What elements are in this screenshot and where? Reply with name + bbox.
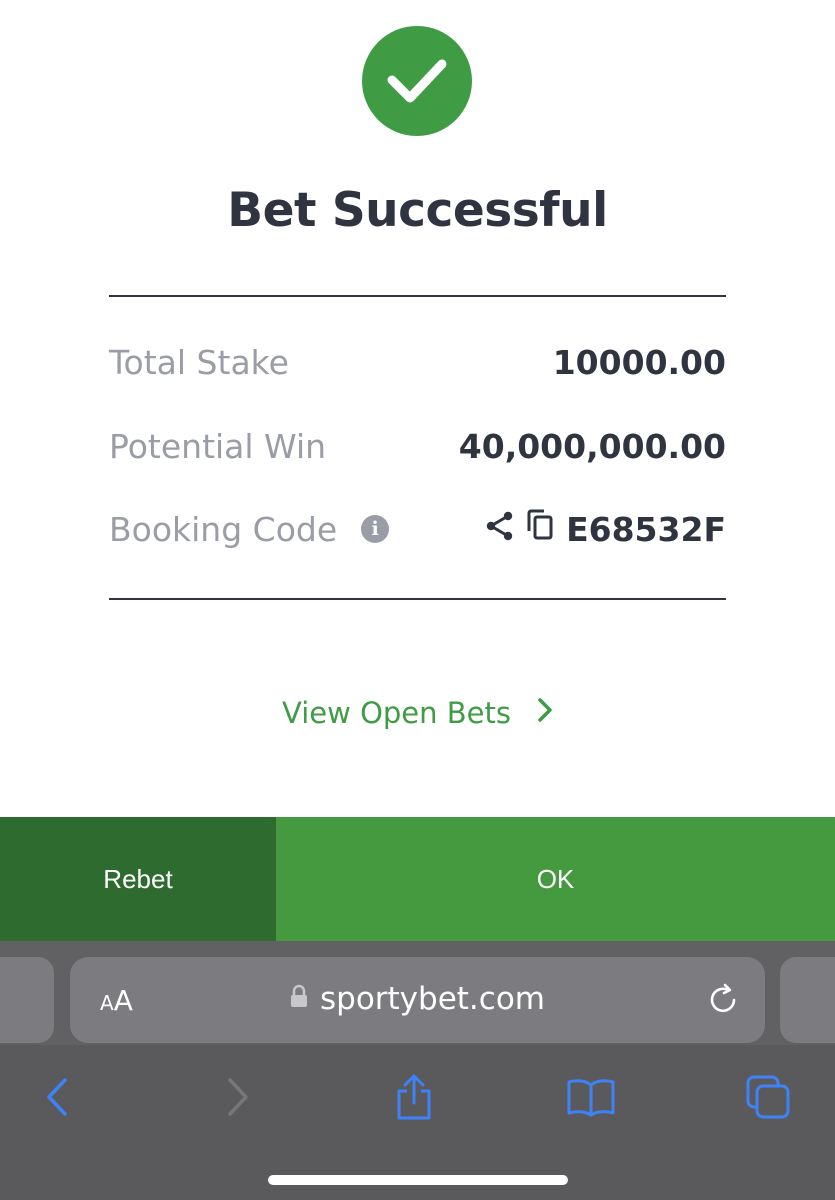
chevron-right-icon [537, 696, 553, 730]
back-icon[interactable] [27, 1067, 87, 1127]
success-checkmark-icon [362, 26, 472, 136]
booking-code-row: Booking Code i E68532F [109, 499, 726, 559]
divider-bottom [109, 598, 726, 600]
browser-toolbar [0, 1045, 835, 1200]
url-field[interactable]: AA sportybet.com [70, 957, 765, 1043]
bookmarks-icon[interactable] [561, 1067, 621, 1127]
tabs-icon[interactable] [738, 1067, 798, 1127]
booking-code-label-group: Booking Code i [109, 509, 390, 549]
copy-icon[interactable] [526, 509, 554, 549]
reload-icon[interactable] [707, 982, 739, 1021]
total-stake-row: Total Stake 10000.00 [109, 332, 726, 392]
booking-code-value[interactable]: E68532F [566, 510, 726, 549]
previous-tab-stub[interactable] [0, 957, 54, 1043]
booking-code-value-group: E68532F [486, 509, 726, 549]
total-stake-label: Total Stake [109, 342, 289, 382]
potential-win-label: Potential Win [109, 426, 327, 466]
lock-icon [290, 980, 308, 1016]
home-indicator [268, 1175, 568, 1185]
url-text: sportybet.com [319, 981, 545, 1017]
booking-code-label: Booking Code [109, 509, 338, 549]
ok-button[interactable]: OK [276, 817, 835, 941]
page-title: Bet Successful [227, 183, 608, 238]
next-tab-stub[interactable] [780, 957, 835, 1043]
info-icon[interactable]: i [361, 515, 390, 543]
potential-win-row: Potential Win 40,000,000.00 [109, 416, 726, 476]
total-stake-value: 10000.00 [552, 342, 726, 382]
potential-win-value: 40,000,000.00 [458, 426, 726, 466]
view-open-bets-link[interactable]: View Open Bets [0, 696, 835, 730]
url-display: sportybet.com [70, 981, 765, 1019]
share-sheet-icon[interactable] [384, 1067, 444, 1127]
forward-icon[interactable] [208, 1067, 268, 1127]
browser-address-bar: AA sportybet.com [0, 941, 835, 1045]
share-icon[interactable] [486, 510, 514, 549]
divider-top [109, 295, 726, 297]
view-open-bets-label: View Open Bets [282, 696, 511, 730]
rebet-button[interactable]: Rebet [0, 817, 276, 941]
